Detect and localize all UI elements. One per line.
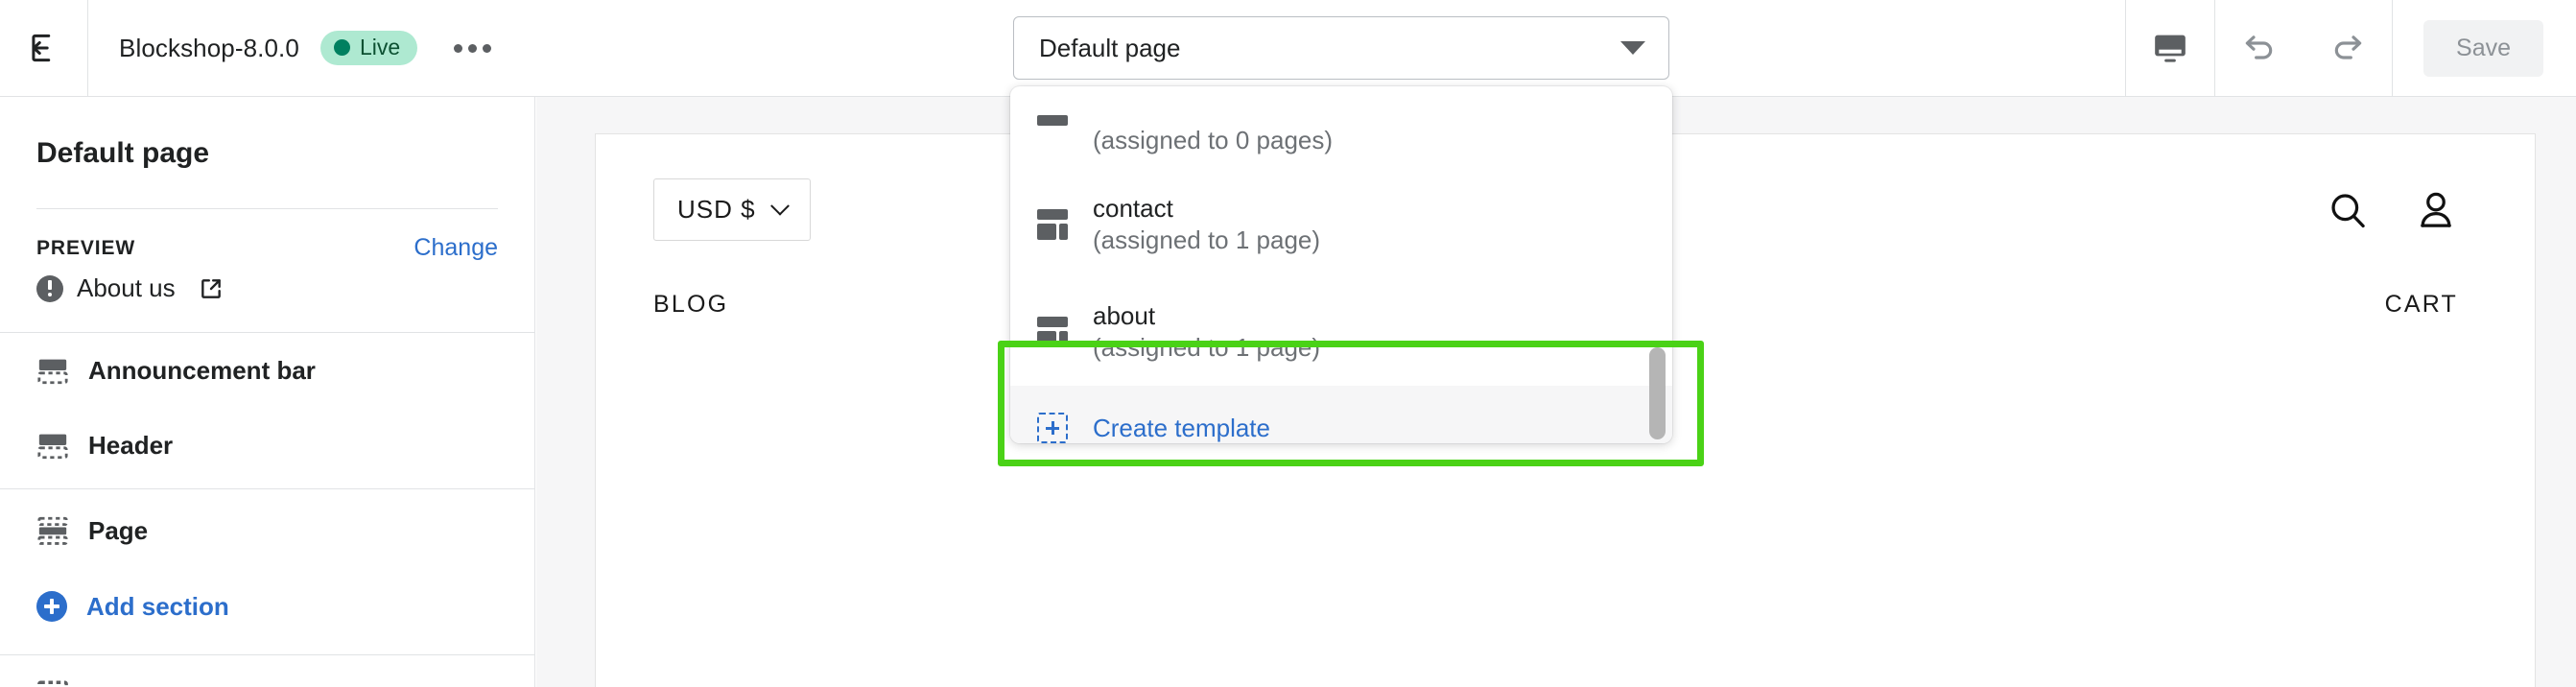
- undo-button[interactable]: [2215, 0, 2304, 96]
- exit-icon: [31, 34, 50, 62]
- theme-name: Blockshop-8.0.0: [119, 33, 299, 62]
- add-section-button[interactable]: Add section: [0, 572, 534, 641]
- status-badge: Live: [319, 31, 418, 65]
- preview-header-row: PREVIEW Change: [0, 209, 534, 262]
- template-layout-icon: [1037, 115, 1068, 146]
- page-title: Default page: [36, 137, 210, 169]
- sidebar-item-announcement-bar[interactable]: Announcement bar: [0, 333, 534, 408]
- dropdown-item-about[interactable]: about (assigned to 1 page): [1010, 278, 1672, 386]
- preview-label: PREVIEW: [36, 236, 136, 259]
- currency-selector[interactable]: USD $: [653, 178, 811, 241]
- template-icon-block-left: [1037, 331, 1056, 347]
- dropdown-item-title: about: [1093, 300, 1156, 330]
- dropdown-scroll-area: (assigned to 0 pages) contact (assigned …: [1010, 86, 1672, 443]
- template-dropdown-menu: (assigned to 0 pages) contact (assigned …: [1010, 86, 1672, 443]
- ellipsis-icon-dot: [454, 43, 463, 53]
- dropdown-item-title: contact: [1093, 193, 1173, 223]
- currency-value: USD $: [677, 195, 756, 224]
- ellipsis-icon-dot: [483, 43, 492, 53]
- dropdown-item-subtitle: (assigned to 1 page): [1093, 225, 1321, 254]
- save-button[interactable]: Save: [2423, 19, 2543, 77]
- dropdown-scrollbar-thumb[interactable]: [1649, 347, 1666, 439]
- sidebar-item-footer-partial[interactable]: [0, 655, 534, 687]
- template-icon-bar: [1037, 317, 1068, 327]
- sidebar-item-page[interactable]: Page: [0, 489, 534, 572]
- redo-button[interactable]: [2304, 0, 2392, 96]
- device-preview-desktop-button[interactable]: [2126, 0, 2214, 96]
- template-icon-bar: [1037, 209, 1068, 220]
- exit-editor-button[interactable]: [0, 0, 88, 96]
- dropdown-item-subtitle: (assigned to 1 page): [1093, 333, 1321, 362]
- top-toolbar-right: Save: [2125, 0, 2576, 96]
- sidebar: Default page PREVIEW Change About us Ann…: [0, 97, 535, 687]
- template-icon-block-left: [1037, 224, 1056, 240]
- desktop-icon: [2155, 35, 2186, 62]
- dropdown-scrollbar[interactable]: [1649, 106, 1666, 439]
- alert-circle-icon: [36, 274, 63, 302]
- page-block-icon: [37, 516, 68, 545]
- dropdown-item-contact[interactable]: contact (assigned to 1 page): [1010, 171, 1672, 278]
- storefront-icons: [2326, 188, 2458, 232]
- dropdown-item-text: about (assigned to 1 page): [1093, 301, 1320, 363]
- account-icon[interactable]: [2414, 188, 2458, 232]
- template-icon-block-right: [1059, 331, 1068, 347]
- create-template-label: Create template: [1093, 413, 1270, 442]
- page-selector[interactable]: Default page: [1013, 16, 1669, 80]
- nav-link-cart[interactable]: CART: [2385, 291, 2458, 319]
- sidebar-item-label: Header: [88, 430, 174, 460]
- section-block-icon: [37, 359, 68, 385]
- section-block-icon: [37, 434, 68, 460]
- template-layout-icon: [1037, 317, 1068, 347]
- section-block-icon: [37, 680, 68, 687]
- ellipsis-icon-dot: [468, 43, 478, 53]
- external-link-icon[interactable]: [199, 276, 224, 301]
- sidebar-item-label: Page: [88, 515, 149, 545]
- dashed-plus-icon: [1037, 413, 1068, 443]
- template-layout-icon: [1037, 209, 1068, 240]
- section-list: Announcement bar Header Page Add section: [0, 333, 534, 687]
- theme-editor-window: Blockshop-8.0.0 Live Save Default page D…: [0, 0, 2576, 687]
- nav-link-blog[interactable]: BLOG: [653, 291, 728, 319]
- search-icon[interactable]: [2326, 188, 2370, 232]
- plus-circle-icon: [36, 591, 67, 622]
- template-icon-block-right: [1059, 224, 1068, 240]
- dropdown-item-text: contact (assigned to 1 page): [1093, 194, 1320, 255]
- dropdown-item-template-partial[interactable]: (assigned to 0 pages): [1010, 86, 1672, 171]
- template-icon-bar: [1037, 115, 1068, 126]
- dropdown-item-subtitle: (assigned to 0 pages): [1093, 126, 1334, 155]
- chevron-down-icon: [769, 196, 790, 216]
- undo-icon: [2245, 36, 2273, 59]
- dropdown-item-text: (assigned to 0 pages): [1093, 126, 1333, 155]
- change-preview-link[interactable]: Change: [414, 234, 498, 262]
- toolbar-divider: [2392, 0, 2394, 96]
- more-actions-button[interactable]: [444, 31, 501, 66]
- status-badge-label: Live: [359, 35, 401, 59]
- sidebar-item-label: Announcement bar: [88, 355, 316, 385]
- status-dot-icon: [333, 39, 350, 56]
- page-selector-value: Default page: [1039, 33, 1181, 62]
- theme-info-group: Blockshop-8.0.0 Live: [88, 0, 501, 96]
- preview-page-name: About us: [77, 273, 176, 302]
- caret-down-icon: [1620, 41, 1645, 55]
- sidebar-item-header[interactable]: Header: [0, 408, 534, 483]
- add-section-label: Add section: [86, 591, 229, 621]
- create-template-menu-item[interactable]: Create template: [1010, 386, 1672, 443]
- redo-icon: [2334, 36, 2362, 59]
- preview-page-item[interactable]: About us: [0, 262, 534, 303]
